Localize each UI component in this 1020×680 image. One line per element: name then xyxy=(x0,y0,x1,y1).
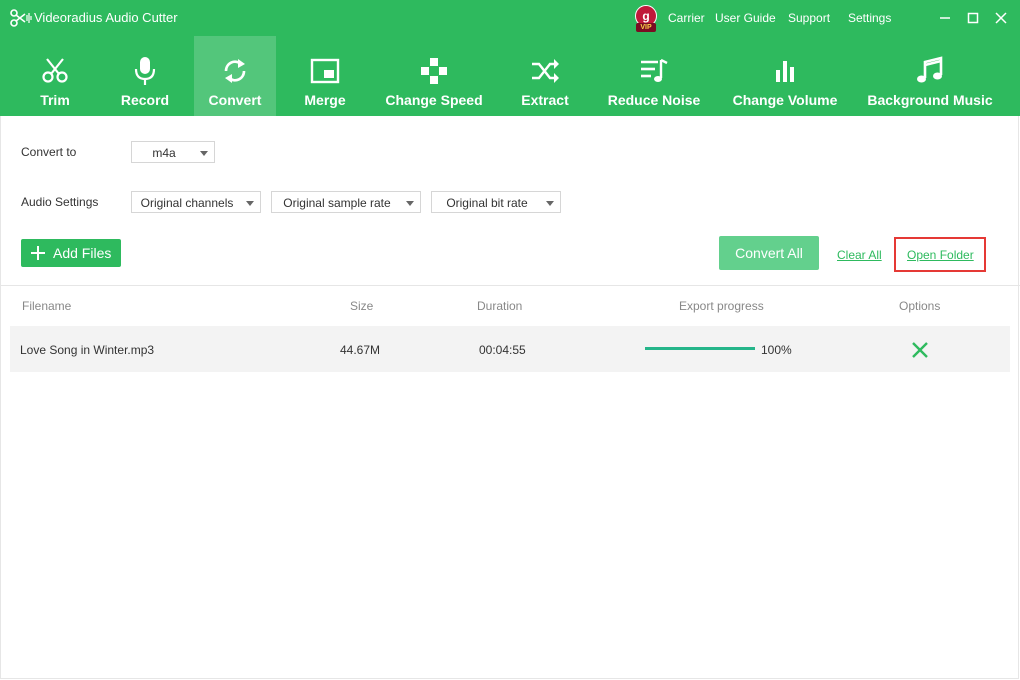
tool-tabs: Trim Record Convert Merge Change Speed E… xyxy=(0,36,1020,116)
tab-change-speed[interactable]: Change Speed xyxy=(382,36,486,116)
music-note-icon xyxy=(917,56,943,83)
settings-link[interactable]: Settings xyxy=(848,11,891,25)
convert-arrows-icon xyxy=(224,59,246,83)
add-files-button[interactable]: Add Files xyxy=(21,239,121,267)
chevron-down-icon xyxy=(246,201,254,206)
tab-reduce-noise[interactable]: Reduce Noise xyxy=(604,36,704,116)
merge-icon xyxy=(310,58,340,84)
tab-change-volume[interactable]: Change Volume xyxy=(728,36,842,116)
close-icon[interactable] xyxy=(991,8,1011,28)
channels-select-value: Original channels xyxy=(140,196,234,210)
carrier-link[interactable]: Carrier xyxy=(668,11,705,25)
open-folder-link[interactable]: Open Folder xyxy=(907,248,974,262)
tab-label: Merge xyxy=(304,92,346,108)
row-size: 44.67M xyxy=(340,343,381,357)
divider xyxy=(0,285,1020,286)
tab-label: Change Speed xyxy=(385,92,483,108)
app-logo-icon xyxy=(10,9,32,27)
maximize-icon[interactable] xyxy=(963,8,983,28)
chevron-down-icon xyxy=(406,201,414,206)
plus-icon xyxy=(31,246,45,260)
chevron-down-icon xyxy=(200,151,208,156)
tab-merge[interactable]: Merge xyxy=(288,36,362,116)
sample-rate-select-value: Original sample rate xyxy=(283,196,391,210)
tab-trim[interactable]: Trim xyxy=(18,36,92,116)
chevron-down-icon xyxy=(546,201,554,206)
tab-label: Extract xyxy=(521,92,569,108)
user-guide-link[interactable]: User Guide xyxy=(715,11,776,25)
header-filename: Filename xyxy=(22,299,72,313)
sample-rate-select[interactable]: Original sample rate xyxy=(271,191,421,213)
tab-label: Reduce Noise xyxy=(607,92,701,108)
minimize-icon[interactable] xyxy=(935,8,955,28)
tab-label: Record xyxy=(120,92,170,108)
row-duration: 00:04:55 xyxy=(479,343,526,357)
app-header: Videoradius Audio Cutter g VIP Carrier U… xyxy=(0,0,1020,116)
convert-to-label: Convert to xyxy=(21,145,77,159)
bit-rate-select-value: Original bit rate xyxy=(446,196,528,210)
tab-convert[interactable]: Convert xyxy=(194,36,276,116)
channels-select[interactable]: Original channels xyxy=(131,191,261,213)
header-options: Options xyxy=(899,299,941,313)
app-title: Videoradius Audio Cutter xyxy=(34,10,178,25)
clear-all-link[interactable]: Clear All xyxy=(837,248,882,262)
convert-all-button[interactable]: Convert All xyxy=(719,236,819,270)
scissors-icon xyxy=(42,58,68,83)
tab-record[interactable]: Record xyxy=(108,36,182,116)
format-select[interactable]: m4a xyxy=(131,141,215,163)
export-progress-bar xyxy=(645,347,755,350)
tab-background-music[interactable]: Background Music xyxy=(862,36,998,116)
tab-label: Background Music xyxy=(867,92,993,108)
audio-settings-label: Audio Settings xyxy=(21,195,99,209)
vip-avatar[interactable]: g VIP xyxy=(633,5,659,33)
support-link[interactable]: Support xyxy=(788,11,830,25)
add-files-label: Add Files xyxy=(53,245,112,261)
header-size: Size xyxy=(350,299,374,313)
delete-x-icon[interactable] xyxy=(911,341,929,359)
row-filename: Love Song in Winter.mp3 xyxy=(20,343,155,357)
noise-list-icon xyxy=(641,58,668,82)
vip-badge: VIP xyxy=(636,23,656,32)
tab-label: Convert xyxy=(208,92,262,108)
volume-bars-icon xyxy=(776,61,794,82)
tab-label: Change Volume xyxy=(732,92,838,108)
title-bar: Videoradius Audio Cutter g VIP Carrier U… xyxy=(0,0,1020,36)
shuffle-icon xyxy=(532,59,559,83)
row-progress-text: 100% xyxy=(761,343,792,357)
tab-extract[interactable]: Extract xyxy=(510,36,580,116)
tab-label: Trim xyxy=(40,92,70,108)
format-select-value: m4a xyxy=(152,146,176,160)
header-duration: Duration xyxy=(477,299,523,313)
header-export-progress: Export progress xyxy=(679,299,764,313)
microphone-icon xyxy=(134,57,156,85)
bit-rate-select[interactable]: Original bit rate xyxy=(431,191,561,213)
gamepad-icon xyxy=(421,58,447,84)
